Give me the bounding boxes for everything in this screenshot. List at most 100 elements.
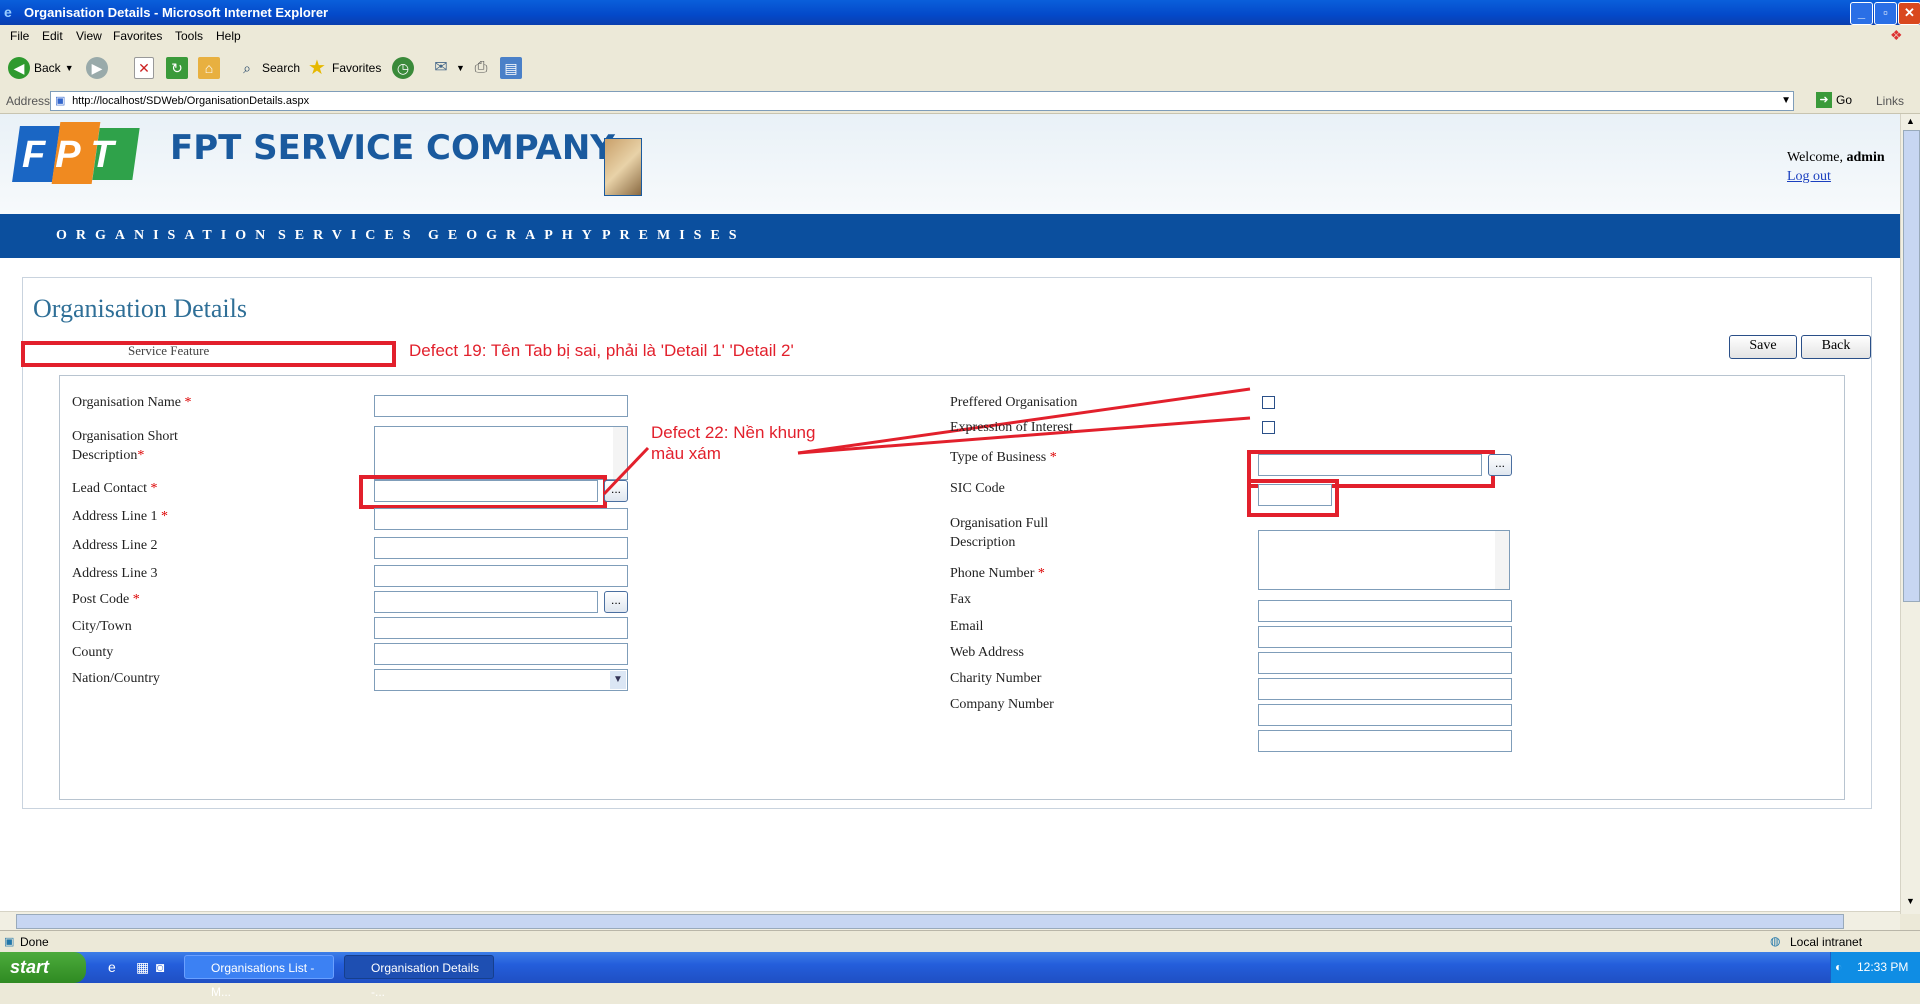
window-title-bar: e Organisation Details - Microsoft Inter… (0, 0, 1920, 25)
type-business-input[interactable] (1258, 454, 1482, 476)
scroll-down-icon[interactable]: ▼ (1903, 896, 1918, 910)
printer-icon: ⎙ (474, 59, 488, 76)
zone-text: Local intranet (1790, 935, 1863, 949)
address-url: http://localhost/SDWeb/OrganisationDetai… (72, 95, 310, 107)
search-label: Search (262, 61, 301, 75)
minimize-button[interactable]: _ (1850, 2, 1873, 25)
quicklaunch-ie-icon[interactable]: e (108, 959, 116, 975)
chevron-down-icon: ▼ (64, 63, 74, 73)
window-title: Organisation Details - Microsoft Interne… (24, 5, 329, 20)
back-button[interactable]: ◀ Back ▼ (8, 55, 74, 81)
full-desc-label: Organisation Full (950, 516, 1049, 531)
maximize-button[interactable]: ▫ (1874, 2, 1897, 25)
forward-button[interactable]: ▶ (86, 55, 108, 81)
address-bar: Address ▣ http://localhost/SDWeb/Organis… (0, 89, 1920, 114)
search-icon: ⌕ (243, 60, 251, 76)
back-label: Back (34, 61, 61, 75)
refresh-icon: ↻ (166, 57, 188, 79)
favorites-button[interactable]: ★ Favorites (306, 55, 381, 81)
start-label: start (10, 957, 50, 977)
menu-favorites[interactable]: Favorites (113, 29, 162, 43)
mail-icon: ✉ (434, 59, 448, 76)
preferred-label: Preffered Organisation (950, 395, 1078, 410)
start-button[interactable]: start (0, 952, 86, 983)
taskbar: start e ▦ ◙ Organisations List - M... Or… (0, 952, 1920, 999)
mail-button[interactable]: ✉ ▼ (430, 55, 465, 81)
web-input[interactable] (1258, 678, 1512, 700)
hscroll-thumb[interactable] (16, 914, 1844, 929)
quicklaunch-desktop-icon[interactable]: ◙ (156, 959, 164, 975)
stop-button[interactable]: ✕ (134, 55, 154, 81)
task-organisations-list[interactable]: Organisations List - M... (184, 955, 334, 999)
charity-input[interactable] (1258, 704, 1512, 726)
vertical-scrollbar[interactable]: ▲ ▼ (1900, 114, 1920, 914)
chevron-down-icon: ▼ (456, 63, 465, 73)
back-arrow-icon: ◀ (8, 57, 30, 79)
phone-input[interactable] (1258, 600, 1512, 622)
windows-logo-icon: ❖ (1890, 27, 1903, 43)
annotation-lines (602, 387, 1251, 496)
history-button[interactable]: ◷ (392, 55, 414, 81)
home-button[interactable]: ⌂ (198, 55, 220, 81)
status-text: Done (20, 935, 49, 949)
refresh-button[interactable]: ↻ (166, 55, 188, 81)
phone-label: Phone Number * (950, 566, 1045, 581)
sic-label: SIC Code (950, 481, 1005, 496)
expression-label: Expression of Interest (950, 420, 1073, 435)
intranet-globe-icon: ◍ (1770, 934, 1781, 948)
ie-icon: e (4, 4, 12, 20)
go-button[interactable]: ➜ Go (1816, 92, 1852, 108)
menu-view[interactable]: View (76, 29, 102, 43)
status-bar: ▣ Done ◍ Local intranet (0, 930, 1920, 953)
type-business-lookup-button[interactable]: ... (1488, 454, 1512, 476)
address-input[interactable]: ▣ http://localhost/SDWeb/OrganisationDet… (50, 91, 1794, 111)
home-icon: ⌂ (198, 57, 220, 79)
system-tray: ◐ 12:33 PM (1830, 952, 1920, 983)
full-desc-label-2: Description (950, 535, 1016, 550)
type-business-label: Type of Business * (950, 450, 1057, 465)
email-label: Email (950, 619, 984, 634)
web-label: Web Address (950, 645, 1024, 660)
edit-button[interactable]: ▤ (500, 55, 522, 81)
clock: 12:33 PM (1857, 960, 1909, 974)
favorites-label: Favorites (332, 61, 382, 75)
company-label: Company Number (950, 697, 1054, 712)
edit-page-icon: ▤ (500, 57, 522, 79)
go-label: Go (1836, 93, 1853, 107)
address-dropdown-icon[interactable]: ▼ (1781, 92, 1791, 110)
toolbar: ◀ Back ▼ ▶ ✕ ↻ ⌂ ⌕ Search ★ Favorites ◷ … (0, 47, 1920, 90)
tray-icon[interactable]: ◐ (1835, 960, 1842, 974)
preferred-checkbox[interactable] (1262, 396, 1275, 409)
menu-tools[interactable]: Tools (175, 29, 203, 43)
full-desc-textarea[interactable] (1258, 530, 1510, 590)
search-button[interactable]: ⌕ Search (236, 55, 300, 81)
stop-icon: ✕ (134, 57, 154, 79)
task-organisation-details[interactable]: Organisation Details -... (344, 955, 494, 999)
fax-label: Fax (950, 592, 971, 607)
go-arrow-icon: ➜ (1816, 92, 1832, 108)
menu-help[interactable]: Help (216, 29, 241, 43)
page-icon: ▣ (55, 95, 66, 107)
fax-input[interactable] (1258, 626, 1512, 648)
menu-file[interactable]: File (10, 29, 29, 43)
email-input[interactable] (1258, 652, 1512, 674)
sic-input[interactable] (1258, 484, 1332, 506)
horizontal-scrollbar[interactable] (0, 911, 1900, 930)
star-icon: ★ (308, 57, 326, 79)
links-label[interactable]: Links (1876, 94, 1904, 108)
forward-arrow-icon: ▶ (86, 57, 108, 79)
history-icon: ◷ (392, 57, 414, 79)
expression-checkbox[interactable] (1262, 421, 1275, 434)
print-button[interactable]: ⎙ (470, 55, 492, 81)
menu-edit[interactable]: Edit (42, 29, 63, 43)
close-button[interactable]: ✕ (1898, 2, 1920, 25)
page-done-icon: ▣ (4, 936, 15, 948)
scroll-thumb[interactable] (1903, 130, 1920, 602)
textarea-scrollbar[interactable] (1495, 531, 1509, 589)
quicklaunch-icon[interactable]: ▦ (136, 959, 149, 976)
page-viewport: FPT FPT SERVICE COMPANY Welcome, admin L… (0, 114, 1900, 914)
charity-label: Charity Number (950, 671, 1042, 686)
scroll-up-icon[interactable]: ▲ (1903, 116, 1918, 130)
menu-bar: File Edit View Favorites Tools Help ❖ (0, 25, 1920, 48)
company-input[interactable] (1258, 730, 1512, 752)
